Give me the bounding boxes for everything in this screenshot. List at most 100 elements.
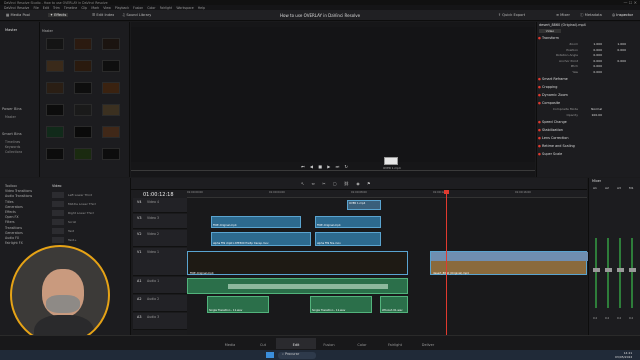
- media-thumb[interactable]: [74, 126, 92, 138]
- track-header[interactable]: A1 Audio 1: [133, 277, 187, 294]
- menu-item[interactable]: Fairlight: [160, 6, 173, 10]
- track-header[interactable]: V2 Video 2: [133, 230, 187, 247]
- clip-v2-b[interactable]: alpha FIN fire.mov: [315, 232, 381, 246]
- media-thumb[interactable]: [74, 104, 92, 116]
- menu-item[interactable]: View: [103, 6, 111, 10]
- inspector-section[interactable]: ● Speed Change: [538, 120, 638, 127]
- effects-button[interactable]: ✦ Effects: [48, 13, 69, 17]
- clip-v1-fire[interactable]: FIRE-Original.mp4: [187, 251, 408, 275]
- media-thumb[interactable]: [74, 148, 92, 160]
- clip-a1[interactable]: [187, 278, 408, 294]
- mixer-fader[interactable]: [605, 268, 612, 272]
- menu-item[interactable]: Mark: [91, 6, 99, 10]
- viewer-canvas[interactable]: [131, 27, 535, 162]
- viewer-clip-thumb[interactable]: [384, 157, 398, 165]
- field-value-x[interactable]: 0.000: [578, 70, 602, 74]
- fx-list-item[interactable]: Middle Lower Third: [52, 200, 122, 208]
- clip-v3-b[interactable]: FIRE-Original.mp4: [315, 216, 381, 228]
- power-bin-master[interactable]: Master: [5, 115, 16, 119]
- track-header[interactable]: V4 Video 4: [133, 198, 187, 213]
- media-pool-button[interactable]: ▦ Media Pool: [6, 13, 30, 17]
- smart-bin-item[interactable]: Collections: [5, 150, 22, 155]
- clip-a2-a[interactable]: Single Transition - 11.wav: [207, 296, 269, 313]
- media-thumb[interactable]: [74, 38, 92, 50]
- field-value-x[interactable]: 0.000: [578, 48, 602, 52]
- timeline-ruler[interactable]: 01:00:00:00 01:00:04:00 01:00:08:00 01:00:1…: [187, 190, 613, 198]
- menu-item[interactable]: Help: [198, 6, 205, 10]
- menu-item[interactable]: Fusion: [133, 6, 143, 10]
- media-thumb[interactable]: [74, 82, 92, 94]
- start-icon[interactable]: [266, 352, 274, 358]
- menu-item[interactable]: Color: [147, 6, 155, 10]
- media-thumb[interactable]: [46, 60, 64, 72]
- media-thumb[interactable]: [102, 104, 120, 116]
- media-thumb[interactable]: [46, 126, 64, 138]
- menu-item[interactable]: DaVinci Resolve: [4, 6, 29, 10]
- inspector-section[interactable]: ● Stabilization: [538, 128, 638, 135]
- media-thumb[interactable]: [46, 38, 64, 50]
- field-value-x[interactable]: 0.000: [578, 59, 602, 63]
- jog-bar[interactable]: [131, 170, 535, 171]
- mixer-button[interactable]: ≡ Mixer: [556, 13, 570, 17]
- sound-library-button[interactable]: ♫ Sound Library: [122, 13, 151, 17]
- fx-category[interactable]: Audio Transitions: [5, 194, 32, 199]
- page-tab[interactable]: Deliver: [408, 338, 448, 349]
- field-value-x[interactable]: 1.000: [578, 42, 602, 46]
- inspector-tab-video[interactable]: Video: [539, 29, 561, 33]
- master-bin[interactable]: Master: [5, 28, 17, 32]
- menu-item[interactable]: Playback: [115, 6, 129, 10]
- inspector-section[interactable]: ● Cropping: [538, 85, 638, 92]
- field-value-y[interactable]: 0.000: [602, 59, 626, 63]
- track-header[interactable]: A3 Audio 3: [133, 313, 187, 330]
- inspector-section[interactable]: ● Super Scale: [538, 152, 638, 159]
- timeline-tools[interactable]: ↖ ⇔ ✂ ▢ ⛓ ◉ ⚑: [301, 181, 374, 186]
- fx-category[interactable]: Fairlight FX: [5, 241, 32, 246]
- field-value-x[interactable]: 100.00: [578, 113, 603, 117]
- menu-item[interactable]: Edit: [43, 6, 49, 10]
- media-thumb[interactable]: [46, 148, 64, 160]
- fx-list-item[interactable]: Scroll: [52, 218, 122, 226]
- fx-list-item[interactable]: Left Lower Third: [52, 191, 122, 199]
- playhead[interactable]: [446, 190, 447, 335]
- inspector-section[interactable]: ● Lens Correction: [538, 136, 638, 143]
- track-header[interactable]: V1 Video 1: [133, 248, 187, 276]
- media-thumb[interactable]: [102, 126, 120, 138]
- mixer-fader[interactable]: [617, 268, 624, 272]
- track-header[interactable]: V3 Video 3: [133, 214, 187, 229]
- field-value-y[interactable]: 0.000: [602, 48, 626, 52]
- menu-item[interactable]: Trim: [53, 6, 60, 10]
- media-thumb[interactable]: [74, 60, 92, 72]
- field-value-x[interactable]: 0.000: [578, 64, 602, 68]
- field-value-x[interactable]: Normal: [578, 107, 602, 111]
- menu-item[interactable]: Clip: [81, 6, 87, 10]
- field-value-x[interactable]: 0.000: [578, 53, 602, 57]
- media-thumb[interactable]: [102, 82, 120, 94]
- clip-v4-overlay[interactable]: OVER 1.mp4: [347, 200, 381, 210]
- clip-a2-b[interactable]: Single Transition - 11.wav: [310, 296, 372, 313]
- media-thumb[interactable]: [102, 60, 120, 72]
- playhead-handle[interactable]: [444, 190, 449, 194]
- media-thumb[interactable]: [102, 38, 120, 50]
- menu-item[interactable]: File: [33, 6, 38, 10]
- inspector-section[interactable]: ● Smart Reframe: [538, 77, 638, 84]
- clip-v2-a[interactable]: alpha FIN clip01 dlfE300 fire5p transp.m…: [211, 232, 311, 246]
- metadata-button[interactable]: ⓘ Metadata: [580, 13, 602, 18]
- clip-v1-desert[interactable]: desert_8860 (Original).mp4: [430, 251, 588, 275]
- fx-list-item[interactable]: Text+: [52, 236, 122, 244]
- fx-list-item[interactable]: Right Lower Third: [52, 209, 122, 217]
- media-thumb[interactable]: [46, 104, 64, 116]
- mixer-fader[interactable]: [629, 268, 636, 272]
- fx-list-item[interactable]: Text: [52, 227, 122, 235]
- media-thumb[interactable]: [102, 148, 120, 160]
- menu-item[interactable]: Workspace: [176, 6, 193, 10]
- field-value-y[interactable]: 1.000: [602, 42, 626, 46]
- track-header[interactable]: A2 Audio 2: [133, 295, 187, 312]
- inspector-section[interactable]: ● Retime and Scaling: [538, 144, 638, 151]
- media-thumb[interactable]: [46, 82, 64, 94]
- inspector-section[interactable]: ● Dynamic Zoom: [538, 93, 638, 100]
- search-box[interactable]: ⌕ Procurar: [278, 351, 316, 359]
- clip-a2-c[interactable]: Whoosh 01.wav: [380, 296, 408, 313]
- mixer-fader[interactable]: [593, 268, 600, 272]
- edit-index-button[interactable]: ☰ Edit Index: [92, 13, 114, 17]
- menu-item[interactable]: Timeline: [64, 6, 78, 10]
